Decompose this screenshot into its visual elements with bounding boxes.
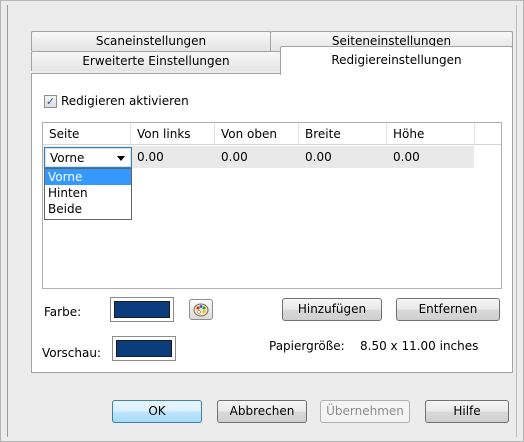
ok-button[interactable]: OK	[112, 400, 202, 423]
seite-combobox-value: Vorne	[50, 151, 85, 165]
cell-breite[interactable]: 0.00	[299, 146, 387, 168]
dropdown-option-hinten[interactable]: Hinten	[45, 185, 131, 201]
palette-icon	[193, 303, 209, 316]
preview-swatch	[112, 336, 176, 361]
color-picker-button[interactable]	[189, 299, 213, 320]
color-label: Farbe:	[44, 305, 82, 319]
seite-combobox[interactable]: Vorne	[44, 147, 132, 168]
tab-redact-settings[interactable]: Redigiereinstellungen	[280, 46, 513, 75]
color-swatch-fill	[114, 301, 170, 318]
preview-label: Vorschau:	[42, 346, 102, 360]
color-swatch[interactable]	[110, 297, 174, 322]
enable-redact-checkbox[interactable]: ✓	[44, 94, 57, 108]
enable-redact-row[interactable]: ✓ Redigieren aktivieren	[44, 94, 189, 108]
cell-hoehe[interactable]: 0.00	[387, 146, 474, 168]
column-header-hoehe[interactable]: Höhe	[387, 123, 475, 145]
seite-dropdown-list: Vorne Hinten Beide	[44, 168, 132, 220]
cancel-button[interactable]: Abbrechen	[217, 400, 307, 423]
add-button[interactable]: Hinzufügen	[282, 298, 382, 321]
help-button[interactable]: Hilfe	[425, 400, 509, 423]
remove-button[interactable]: Entfernen	[396, 298, 500, 321]
paper-size-value: 8.50 x 11.00 inches	[360, 339, 479, 353]
tab-advanced-settings[interactable]: Erweiterte Einstellungen	[31, 51, 281, 71]
column-header-seite[interactable]: Seite	[43, 123, 131, 145]
redact-settings-panel: ✓ Redigieren aktivieren Seite Von links …	[31, 73, 513, 373]
paper-size-label: Papiergröße:	[269, 339, 345, 353]
dropdown-option-vorne[interactable]: Vorne	[45, 169, 131, 185]
chevron-down-icon[interactable]	[117, 156, 125, 161]
column-header-breite[interactable]: Breite	[299, 123, 387, 145]
dropdown-option-beide[interactable]: Beide	[45, 201, 131, 217]
cell-von-oben[interactable]: 0.00	[215, 146, 299, 168]
tab-scan-settings[interactable]: Scaneinstellungen	[31, 31, 271, 51]
redact-regions-grid: Seite Von links Von oben Breite Höhe 0.0…	[42, 122, 502, 289]
apply-button[interactable]: Übernehmen	[320, 400, 410, 423]
enable-redact-label: Redigieren aktivieren	[61, 94, 189, 108]
column-header-von-links[interactable]: Von links	[131, 123, 215, 145]
column-header-von-oben[interactable]: Von oben	[215, 123, 299, 145]
preview-swatch-fill	[116, 340, 172, 357]
cell-von-links[interactable]: 0.00	[131, 146, 215, 168]
grid-header: Seite Von links Von oben Breite Höhe	[43, 123, 501, 145]
settings-dialog: Scaneinstellungen Seiteneinstellungen Er…	[0, 0, 524, 442]
